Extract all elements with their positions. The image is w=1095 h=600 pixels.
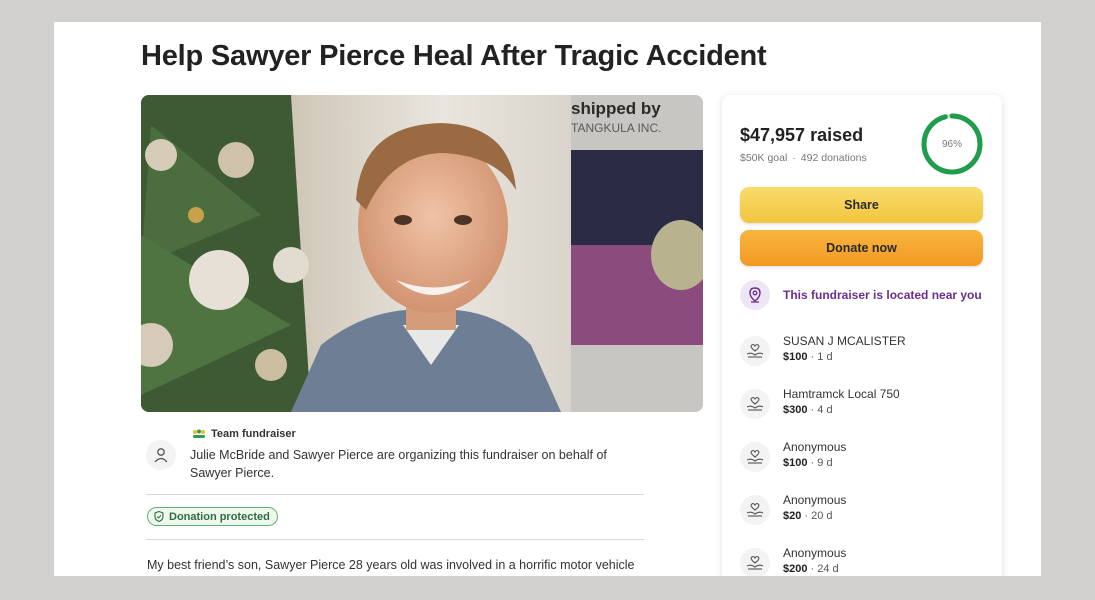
donor-name: Anonymous [783, 546, 847, 560]
donor-time: 4 d [817, 404, 833, 416]
donor-separator: · [807, 563, 818, 575]
location-notice: This fundraiser is located near you [740, 280, 990, 310]
donor-name: Hamtramck Local 750 [783, 387, 900, 401]
shield-icon [154, 511, 164, 522]
location-pin-icon [740, 280, 770, 310]
donor-meta: $300 · 4 d [783, 404, 833, 416]
user-icon [146, 440, 176, 470]
donor-separator: · [807, 457, 818, 469]
fundraiser-page: Help Sawyer Pierce Heal After Tragic Acc… [54, 22, 1041, 576]
donor-time: 9 d [817, 457, 833, 469]
donor-separator: · [807, 351, 818, 363]
goal-amount: $50K goal [740, 152, 788, 164]
location-text: This fundraiser is located near you [783, 288, 982, 302]
donor-amount: $100 [783, 457, 808, 469]
divider [146, 494, 644, 495]
donor-time: 20 d [811, 510, 833, 522]
page-title: Help Sawyer Pierce Heal After Tragic Acc… [141, 40, 767, 72]
donor-time: 24 d [817, 563, 839, 575]
donor-item: Anonymous $200 · 24 d [740, 544, 990, 576]
donor-name: Anonymous [783, 440, 847, 454]
team-icon [193, 429, 205, 438]
donor-amount: $200 [783, 563, 808, 575]
donation-protected-badge[interactable]: Donation protected [147, 507, 278, 526]
donor-name: Anonymous [783, 493, 847, 507]
heart-hands-icon [740, 389, 770, 419]
donor-amount: $100 [783, 351, 808, 363]
organizer-description: Julie McBride and Sawyer Pierce are orga… [190, 448, 607, 480]
donor-meta: $200 · 24 d [783, 563, 839, 575]
donor-item: Anonymous $100 · 9 d [740, 438, 990, 478]
donor-separator: · [807, 404, 818, 416]
donation-sidebar: $47,957 raised $50K goal · 492 donations 9… [722, 95, 1002, 576]
divider [146, 539, 644, 540]
donation-count: 492 donations [800, 152, 867, 164]
donor-item: SUSAN J MCALISTER $100 · 1 d [740, 332, 990, 372]
heart-hands-icon [740, 495, 770, 525]
donor-item: Hamtramck Local 750 $300 · 4 d [740, 385, 990, 425]
donor-time: 1 d [817, 351, 833, 363]
hero-photo-graphic [141, 95, 703, 412]
team-label-text: Team fundraiser [211, 428, 296, 440]
story-text: My best friend’s son, Sawyer Pierce 28 y… [147, 558, 635, 572]
hero-photo[interactable]: shipped by TANGKULA INC. [141, 95, 703, 412]
heart-hands-icon [740, 336, 770, 366]
donor-name: SUSAN J MCALISTER [783, 334, 906, 348]
heart-hands-icon [740, 442, 770, 472]
photo-watermark-company: TANGKULA INC. [571, 121, 662, 135]
donor-meta: $20 · 20 d [783, 510, 833, 522]
team-fundraiser-label: Team fundraiser [192, 428, 296, 440]
donate-now-button[interactable]: Donate now [740, 230, 983, 266]
goal-summary: $50K goal · 492 donations [740, 152, 867, 164]
progress-percent: 96% [941, 138, 962, 150]
donor-separator: · [801, 510, 812, 522]
donor-meta: $100 · 1 d [783, 351, 833, 363]
share-button[interactable]: Share [740, 187, 983, 223]
progress-ring: 96% [920, 112, 984, 176]
donor-meta: $100 · 9 d [783, 457, 833, 469]
donor-amount: $300 [783, 404, 808, 416]
amount-raised: $47,957 raised [740, 125, 864, 145]
donor-amount: $20 [783, 510, 802, 522]
photo-watermark: shipped by [571, 99, 661, 118]
badge-label: Donation protected [169, 510, 270, 523]
organizer-section: Team fundraiser Julie McBride and Sawyer… [146, 426, 646, 486]
donor-item: Anonymous $20 · 20 d [740, 491, 990, 531]
heart-hands-icon [740, 548, 770, 576]
